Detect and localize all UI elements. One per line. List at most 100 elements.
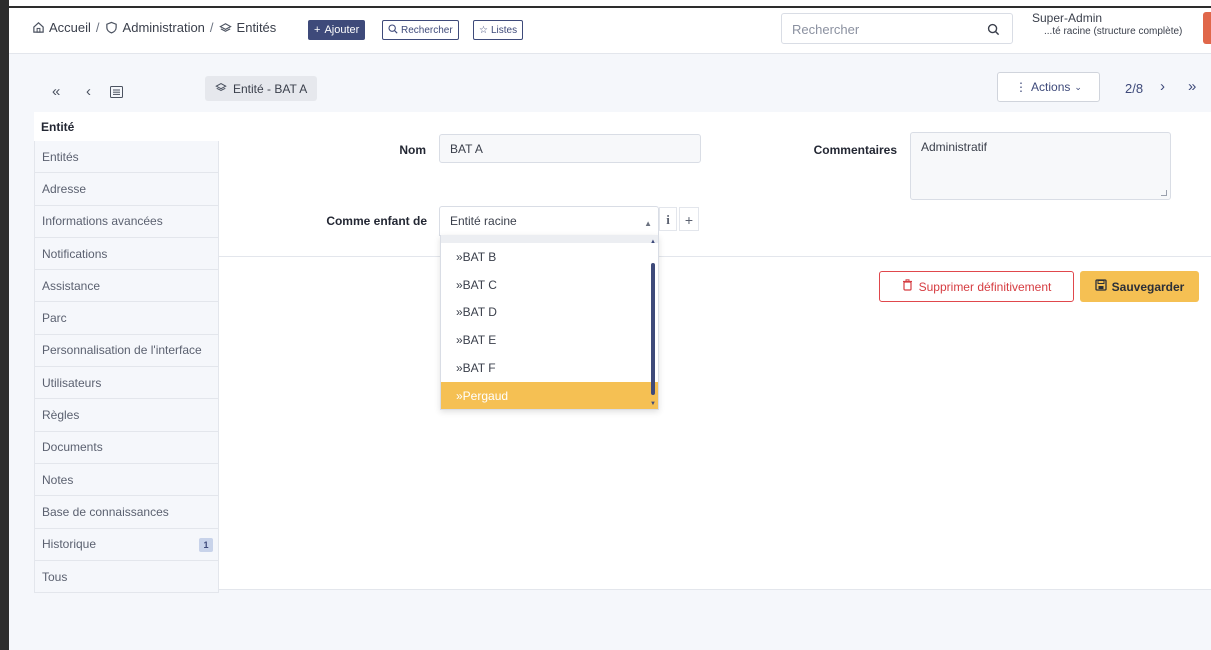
tab-label: Règles [42, 408, 80, 423]
breadcrumb-administration-label: Administration [122, 20, 205, 35]
lists-button[interactable]: ☆ Listes [473, 20, 524, 40]
lists-button-label: Listes [490, 24, 518, 36]
user-menu[interactable]: Super-Admin ...té racine (structure comp… [1032, 12, 1182, 38]
resize-handle-icon[interactable] [1161, 190, 1167, 196]
list-view-icon[interactable] [110, 85, 123, 102]
global-search [781, 13, 1013, 44]
dropdown-scrollbar[interactable]: ▲ ▼ [650, 239, 657, 407]
history-count-badge: 1 [199, 537, 213, 552]
breadcrumb-separator: / [209, 20, 214, 35]
tab-label: Entité [41, 119, 75, 134]
tab-label: Tous [42, 569, 68, 584]
parent-select[interactable]: Entité racine ▲ [439, 206, 659, 236]
delete-permanently-button[interactable]: Supprimer définitivement [879, 271, 1074, 302]
tab-label: Informations avancées [42, 214, 163, 229]
kebab-icon: ⋮ [1015, 80, 1028, 94]
tab-label: Utilisateurs [42, 375, 102, 390]
caret-up-icon: ▲ [644, 219, 652, 228]
comments-textarea[interactable]: Administratif [910, 132, 1171, 200]
breadcrumb-separator: / [95, 20, 100, 35]
record-pager: 2/8 [1125, 81, 1144, 96]
next-record-icon[interactable]: › [1160, 78, 1165, 95]
chevron-down-icon: ⌄ [1074, 81, 1082, 92]
parent-select-value: Entité racine [450, 214, 517, 228]
tab-entity[interactable]: Entité [34, 112, 219, 141]
search-icon[interactable] [986, 22, 1000, 36]
search-button-label: Rechercher [401, 24, 453, 36]
tab-notifications[interactable]: Notifications [34, 237, 219, 271]
search-button[interactable]: Rechercher [382, 20, 459, 40]
tab-label: Documents [42, 440, 103, 455]
breadcrumb-administration[interactable]: Administration [105, 20, 205, 35]
previous-record-icon[interactable]: ‹ [86, 83, 91, 100]
form-tabs: Entité Entités Adresse Informations avan… [34, 112, 219, 594]
top-header: Accueil / Administration / Entités + Ajo… [9, 8, 1211, 54]
tab-label: Personnalisation de l'interface [42, 343, 202, 358]
tab-documents[interactable]: Documents [34, 431, 219, 464]
add-parent-icon[interactable]: + [679, 207, 699, 231]
tab-label: Adresse [42, 181, 87, 196]
save-button[interactable]: Sauvegarder [1080, 271, 1199, 302]
actions-button[interactable]: ⋮ Actions ⌄ [997, 72, 1100, 102]
layers-icon [215, 81, 227, 96]
dropdown-top-edge [441, 235, 658, 243]
tab-rules[interactable]: Règles [34, 399, 219, 432]
tab-label: Base de connaissances [42, 504, 169, 519]
user-name: Super-Admin [1032, 11, 1103, 25]
dropdown-option[interactable]: »BAT D [441, 299, 658, 327]
comments-label: Commentaires [813, 143, 897, 157]
dropdown-option-selected[interactable]: »Pergaud [441, 381, 658, 409]
home-icon [31, 21, 45, 35]
scroll-down-icon[interactable]: ▼ [650, 401, 656, 407]
dropdown-option[interactable]: »BAT B [441, 243, 658, 271]
star-icon: ☆ [479, 24, 488, 36]
dropdown-option[interactable]: »BAT E [441, 326, 658, 354]
tab-knowledge-base[interactable]: Base de connaissances [34, 496, 219, 529]
tab-advanced-info[interactable]: Informations avancées [34, 205, 219, 238]
shield-icon [105, 21, 119, 35]
breadcrumb-home-label: Accueil [49, 20, 91, 35]
tab-ui-customization[interactable]: Personnalisation de l'interface [34, 334, 219, 368]
tab-address[interactable]: Adresse [34, 173, 219, 206]
dropdown-option[interactable]: »BAT F [441, 354, 658, 382]
breadcrumb-home[interactable]: Accueil [31, 20, 91, 35]
tab-all[interactable]: Tous [34, 560, 219, 594]
user-avatar[interactable] [1203, 12, 1211, 44]
last-record-icon[interactable]: » [1188, 78, 1196, 95]
scroll-up-icon[interactable]: ▲ [650, 239, 656, 245]
tab-history[interactable]: Historique 1 [34, 528, 219, 561]
tab-users[interactable]: Utilisateurs [34, 367, 219, 400]
name-field[interactable]: BAT A [439, 134, 701, 163]
search-icon [388, 23, 398, 37]
tab-assistance[interactable]: Assistance [34, 270, 219, 303]
record-title: Entité - BAT A [233, 81, 308, 96]
comments-value: Administratif [921, 140, 988, 154]
add-button-label: Ajouter [324, 24, 360, 36]
record-title-tab: Entité - BAT A [205, 76, 318, 101]
breadcrumb-entities[interactable]: Entités [219, 20, 277, 35]
first-record-icon[interactable]: « [52, 83, 60, 100]
tab-label: Notes [42, 472, 74, 487]
actions-button-label: Actions [1031, 80, 1071, 94]
layers-icon [219, 21, 233, 35]
parent-label: Comme enfant de [326, 214, 427, 228]
dropdown-option[interactable]: »BAT C [441, 271, 658, 299]
global-search-input[interactable] [792, 22, 962, 37]
save-icon [1094, 279, 1107, 294]
tab-label: Assistance [42, 278, 101, 293]
tab-label: Entités [42, 149, 79, 164]
parent-dropdown: »BAT B »BAT C »BAT D »BAT E »BAT F »Perg… [440, 235, 659, 410]
tab-inventory[interactable]: Parc [34, 302, 219, 335]
breadcrumb-entities-label: Entités [236, 20, 277, 35]
tab-entities[interactable]: Entités [34, 141, 219, 174]
user-entity: ...té racine (structure complète) [1044, 26, 1183, 37]
add-button[interactable]: + Ajouter [308, 20, 366, 40]
scrollbar-thumb[interactable] [651, 263, 655, 395]
info-icon[interactable]: i [659, 207, 677, 231]
tab-notes[interactable]: Notes [34, 463, 219, 497]
trash-icon [902, 279, 913, 294]
name-label: Nom [399, 143, 426, 157]
plus-icon: + [314, 24, 321, 36]
tab-label: Parc [42, 311, 67, 326]
save-button-label: Sauvegarder [1111, 279, 1185, 294]
